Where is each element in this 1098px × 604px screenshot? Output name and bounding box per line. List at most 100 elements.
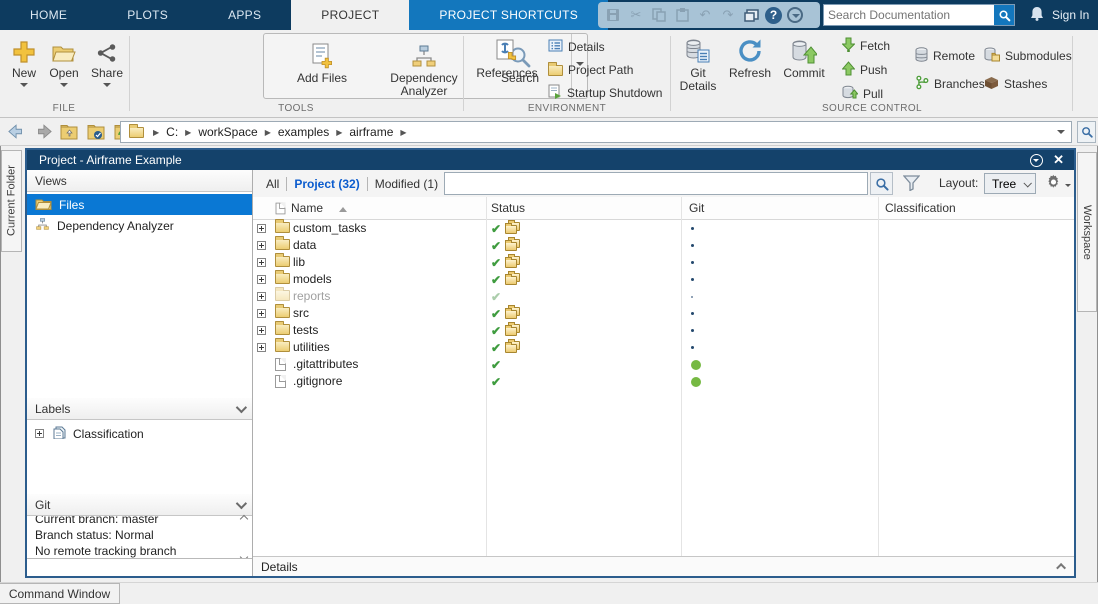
column-status[interactable]: Status: [491, 201, 525, 215]
view-options-button[interactable]: [1045, 174, 1071, 196]
save-icon[interactable]: [604, 6, 622, 24]
new-button[interactable]: New: [6, 34, 42, 91]
references-button[interactable]: References: [474, 34, 540, 80]
table-row[interactable]: .gitattributes ✔: [253, 356, 1074, 373]
table-row[interactable]: reports ✔: [253, 288, 1074, 305]
layout-window-icon[interactable]: [742, 6, 760, 24]
filter-project[interactable]: Project (32): [287, 177, 366, 191]
details-button[interactable]: Details: [548, 37, 662, 57]
git-details-button[interactable]: Git Details: [676, 34, 720, 93]
forward-icon[interactable]: [34, 124, 52, 139]
labels-collapse-icon[interactable]: [236, 401, 247, 412]
workspace-tab[interactable]: Workspace: [1077, 152, 1097, 312]
cut-icon[interactable]: ✂: [627, 6, 645, 24]
undo-icon[interactable]: ↶: [696, 6, 714, 24]
branches-button[interactable]: Branches: [915, 74, 985, 94]
expand-icon[interactable]: [257, 326, 266, 335]
sign-in-link[interactable]: Sign In: [1052, 0, 1089, 30]
expand-icon[interactable]: [257, 309, 266, 318]
add-files-button[interactable]: Add Files: [292, 39, 352, 85]
breadcrumb-item-airframe[interactable]: airframe: [347, 125, 395, 139]
dependency-analyzer-button[interactable]: Dependency Analyzer: [379, 39, 469, 98]
push-button[interactable]: Push: [842, 60, 890, 80]
table-row[interactable]: tests ✔: [253, 322, 1074, 339]
expand-icon[interactable]: [257, 224, 266, 233]
expand-icon[interactable]: [257, 258, 266, 267]
breadcrumb-item-examples[interactable]: examples: [276, 125, 331, 139]
table-row[interactable]: .gitignore ✔: [253, 373, 1074, 390]
git-collapse-icon[interactable]: [236, 497, 247, 508]
expand-icon[interactable]: [257, 275, 266, 284]
tab-home[interactable]: HOME: [0, 0, 97, 30]
panel-close-icon[interactable]: ✕: [1053, 150, 1064, 170]
breadcrumb-item-drive[interactable]: C:: [164, 125, 180, 139]
expand-icon[interactable]: [257, 292, 266, 301]
column-classification[interactable]: Classification: [885, 201, 956, 215]
open-button[interactable]: Open: [44, 34, 84, 91]
tab-plots[interactable]: PLOTS: [97, 0, 198, 30]
up-one-level-icon[interactable]: [60, 124, 79, 140]
tab-project-shortcuts[interactable]: PROJECT SHORTCUTS: [409, 0, 608, 30]
pull-button[interactable]: Pull: [842, 84, 890, 104]
labels-section-header[interactable]: Labels: [27, 398, 252, 420]
refresh-button[interactable]: Refresh: [724, 34, 776, 80]
panel-menu-icon[interactable]: [1030, 154, 1043, 167]
tab-project[interactable]: PROJECT: [291, 0, 409, 30]
table-row[interactable]: data ✔: [253, 237, 1074, 254]
file-search-input[interactable]: [445, 173, 867, 194]
breadcrumb-dropdown-icon[interactable]: [1057, 130, 1065, 138]
table-row[interactable]: lib ✔: [253, 254, 1074, 271]
file-search-button[interactable]: [870, 172, 893, 195]
file-list-area: All Project (32) Modified (1) Layout: Tr…: [253, 170, 1074, 576]
views-section-header[interactable]: Views: [27, 170, 252, 192]
expand-icon[interactable]: [257, 241, 266, 250]
breadcrumb-item-workspace[interactable]: workSpace: [196, 125, 259, 139]
qat-dropdown-icon[interactable]: [787, 7, 803, 23]
browse-folder-icon[interactable]: [87, 124, 106, 140]
git-lines-scrollbar[interactable]: [238, 516, 250, 560]
scroll-up-icon[interactable]: [240, 515, 248, 523]
labels-item-classification[interactable]: Classification: [27, 423, 252, 444]
commit-button[interactable]: Commit: [778, 34, 830, 80]
submodules-button[interactable]: Submodules: [984, 46, 1072, 66]
classification-expand-icon[interactable]: [35, 429, 44, 438]
redo-icon[interactable]: ↷: [719, 6, 737, 24]
table-row[interactable]: models ✔: [253, 271, 1074, 288]
fetch-button[interactable]: Fetch: [842, 36, 890, 56]
column-icon-header[interactable]: [276, 203, 286, 215]
column-git[interactable]: Git: [689, 201, 704, 215]
filter-all[interactable]: All: [259, 177, 286, 191]
git-cell: [683, 322, 694, 339]
back-icon[interactable]: [8, 124, 26, 139]
notification-bell-icon[interactable]: [1030, 6, 1044, 24]
stashes-button[interactable]: Stashes: [984, 74, 1072, 94]
details-expand-icon[interactable]: [1056, 563, 1066, 573]
filter-modified[interactable]: Modified (1): [368, 177, 445, 191]
copy-icon[interactable]: [650, 6, 668, 24]
tab-apps[interactable]: APPS: [198, 0, 291, 30]
help-icon[interactable]: ?: [765, 7, 782, 24]
command-window-tab[interactable]: Command Window: [0, 583, 120, 604]
documentation-search-icon[interactable]: [994, 5, 1014, 25]
layout-dropdown[interactable]: Tree: [984, 173, 1036, 194]
expand-icon[interactable]: [257, 343, 266, 352]
git-section-header[interactable]: Git: [27, 494, 252, 516]
table-row[interactable]: utilities ✔: [253, 339, 1074, 356]
git-status-icon: [691, 278, 694, 281]
remote-button[interactable]: Remote: [915, 46, 985, 66]
project-path-button[interactable]: Project Path: [548, 60, 662, 80]
table-row[interactable]: src ✔: [253, 305, 1074, 322]
startup-shutdown-button[interactable]: Startup Shutdown: [548, 83, 662, 103]
paste-icon[interactable]: [673, 6, 691, 24]
breadcrumb[interactable]: ▶ C: ▶ workSpace ▶ examples ▶ airframe ▶: [120, 121, 1072, 143]
address-search-button[interactable]: [1077, 121, 1096, 143]
table-row[interactable]: custom_tasks ✔: [253, 220, 1074, 237]
details-bar[interactable]: Details: [253, 556, 1074, 576]
share-button[interactable]: Share: [88, 34, 126, 91]
sidebar-item-dependency-analyzer[interactable]: Dependency Analyzer: [27, 215, 252, 236]
sidebar-item-files[interactable]: Files: [27, 194, 252, 215]
column-name[interactable]: Name: [291, 201, 323, 215]
current-folder-tab[interactable]: Current Folder: [1, 150, 22, 252]
filter-funnel-icon[interactable]: [903, 175, 920, 196]
documentation-search-input[interactable]: [824, 8, 994, 22]
